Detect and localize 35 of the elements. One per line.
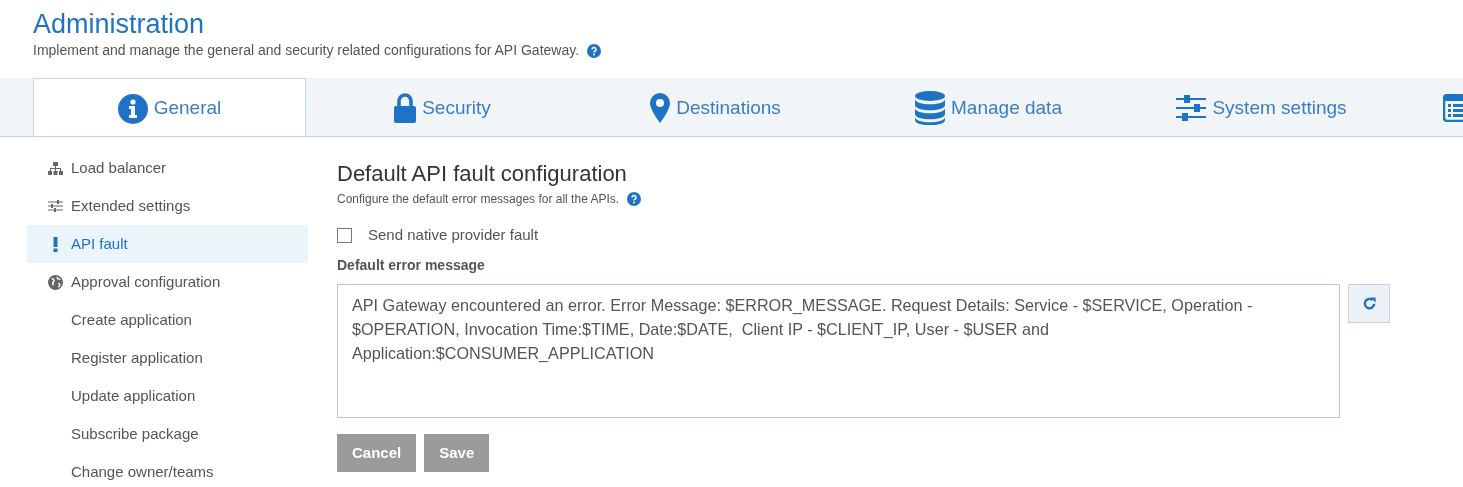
- tab[interactable]: System settings: [1125, 78, 1398, 136]
- field-label: Default error message: [337, 255, 486, 275]
- sidebar-item[interactable]: Subscribe package: [27, 415, 308, 453]
- sliders-icon: [47, 200, 63, 212]
- refresh-icon: [1361, 295, 1377, 311]
- sliders-icon: [1176, 95, 1207, 121]
- sitemap-icon: [47, 161, 63, 175]
- page-subtitle: Implement and manage the general and security related configurations for API Gateway.: [33, 41, 580, 60]
- globe-icon: [47, 274, 63, 290]
- tab[interactable]: Security: [306, 78, 579, 136]
- sidebar-item[interactable]: Load balancer: [27, 149, 308, 187]
- database-icon: [915, 91, 946, 125]
- page-title: Administration: [33, 8, 206, 40]
- sidebar-item[interactable]: Create application: [27, 301, 308, 339]
- sidebar-item[interactable]: Extended settings: [27, 187, 308, 225]
- sidebar-item[interactable]: Change owner/teams: [27, 453, 308, 487]
- tab[interactable]: Destinations: [579, 78, 852, 136]
- section-title: Default API fault configuration: [337, 160, 628, 188]
- section-subtitle: Configure the default error messages for all the APIs.: [337, 191, 620, 208]
- tab[interactable]: Manage data: [852, 78, 1125, 136]
- help-icon[interactable]: [627, 192, 642, 206]
- help-icon[interactable]: [587, 43, 602, 58]
- exclamation-icon: [52, 236, 58, 252]
- reset-button[interactable]: [1348, 283, 1390, 323]
- sidebar-item[interactable]: Approval configuration: [27, 263, 308, 301]
- sidebar-item[interactable]: API fault: [27, 225, 308, 263]
- sidebar-item[interactable]: Update application: [27, 377, 308, 415]
- sidebar-item[interactable]: Register application: [27, 339, 308, 377]
- message-field[interactable]: API Gateway encountered an error. Error Message: $ERROR_MESSAGE. Request Details: Service - $SERVICE, Operation - $OPERATION, Invocation Time:$TIME, Date:$DATE, Client IP - $CLIENT_IP, User - $USER and Application:$CONSUMER_APPLICATION: [337, 283, 1340, 418]
- lock-icon: [394, 93, 417, 123]
- tab[interactable]: General: [33, 78, 306, 136]
- info-icon: [117, 93, 148, 124]
- checkbox-label: Send native provider fault: [368, 225, 539, 245]
- checkbox[interactable]: [337, 227, 352, 243]
- map-pin-icon: [650, 93, 671, 123]
